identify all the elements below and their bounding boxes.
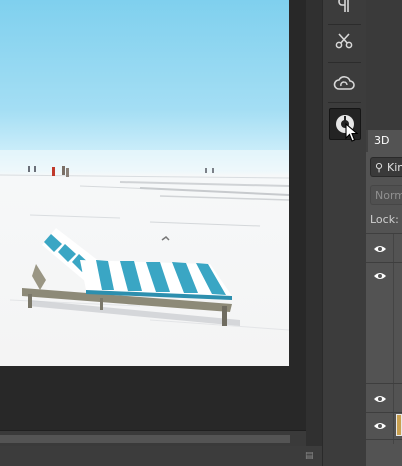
creative-cloud-icon[interactable]: [329, 68, 359, 98]
tools-icon[interactable]: [329, 26, 359, 56]
vertical-scrollbar[interactable]: [306, 0, 322, 446]
blend-mode-select[interactable]: Norm: [370, 185, 402, 205]
document-image[interactable]: [0, 0, 289, 366]
eye-icon[interactable]: [373, 271, 387, 281]
panel-dock-top: [366, 0, 402, 130]
tool-separator: [328, 102, 361, 103]
tool-separator: [328, 62, 361, 63]
resize-grip-icon[interactable]: ▤: [305, 451, 317, 461]
search-icon: ⚲: [375, 161, 384, 174]
lock-label: Lock:: [370, 213, 399, 226]
filter-kind-label: Kin: [387, 161, 402, 174]
eye-icon[interactable]: [373, 244, 387, 254]
mouse-cursor-icon: [345, 123, 359, 142]
layer-row[interactable]: [366, 386, 402, 413]
eye-icon[interactable]: [373, 394, 387, 404]
layer-row[interactable]: [366, 236, 402, 263]
layer-row[interactable]: [366, 263, 402, 384]
canvas-area[interactable]: [0, 0, 306, 430]
horizontal-scrollbar[interactable]: [0, 430, 306, 447]
layer-thumbnail[interactable]: [396, 414, 402, 436]
divider: [366, 233, 402, 234]
paragraph-icon[interactable]: [329, 0, 359, 20]
tab-3d[interactable]: 3D: [368, 130, 402, 152]
layers-panel: 3D ⚲ Kin Norm Lock:: [366, 0, 402, 466]
layer-filter-kind-select[interactable]: ⚲ Kin: [370, 157, 402, 177]
status-bar: [0, 446, 322, 466]
eye-icon[interactable]: [373, 421, 387, 431]
beach-photo: [0, 150, 289, 331]
tool-separator: [328, 24, 361, 25]
panel-icon-strip: [322, 0, 368, 466]
libraries-icon[interactable]: [329, 108, 361, 142]
horizontal-scroll-thumb[interactable]: [0, 435, 290, 443]
